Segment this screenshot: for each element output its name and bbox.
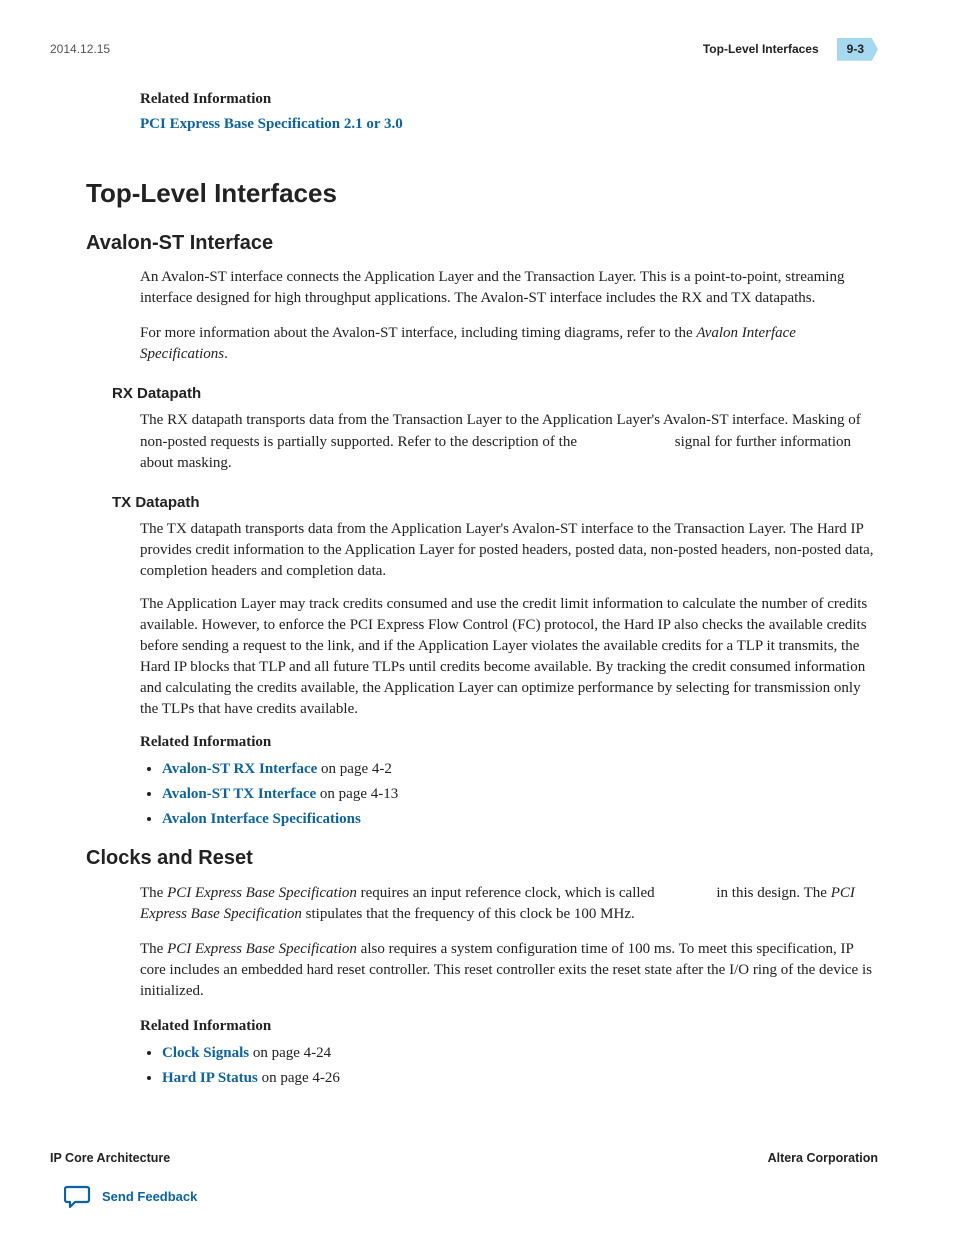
- tx-related-list: Avalon‑ST RX Interface on page 4-2 Avalo…: [162, 759, 878, 830]
- footer-left: IP Core Architecture: [50, 1150, 170, 1168]
- page-header: 2014.12.15 Top-Level Interfaces 9-3: [50, 38, 878, 61]
- refclk-signal: refclk: [658, 883, 712, 901]
- tx-paragraph-2: The Application Layer may track credits …: [140, 594, 878, 720]
- footer-right: Altera Corporation: [768, 1150, 878, 1168]
- avalon-paragraph-1: An Avalon‑ST interface connects the Appl…: [140, 267, 878, 309]
- tx-datapath-heading: TX Datapath: [112, 492, 878, 513]
- page-footer: IP Core Architecture Altera Corporation: [50, 1150, 878, 1168]
- main-heading: Top-Level Interfaces: [86, 175, 878, 211]
- pci-spec-link[interactable]: PCI Express Base Specification 2.1 or 3.…: [140, 116, 403, 132]
- related-heading: Related Information: [140, 89, 878, 110]
- clocks-related-block: Related Information: [140, 1016, 878, 1037]
- avalon-st-heading: Avalon-ST Interface: [86, 229, 878, 257]
- list-item: Avalon-ST TX Interface on page 4-13: [162, 784, 878, 805]
- send-feedback-link[interactable]: Send Feedback: [64, 1185, 197, 1209]
- list-item: Avalon‑ST RX Interface on page 4-2: [162, 759, 878, 780]
- breadcrumb: Top-Level Interfaces: [703, 41, 819, 58]
- rx-mask-signal: rx_st_mask: [581, 432, 671, 450]
- avalon-paragraph-2: For more information about the Avalon‑ST…: [140, 323, 878, 365]
- page-number-badge: 9-3: [837, 38, 878, 61]
- list-item: Hard IP Status on page 4-26: [162, 1068, 878, 1089]
- clocks-reset-heading: Clocks and Reset: [86, 844, 878, 872]
- clocks-paragraph-1: The PCI Express Base Specification requi…: [140, 882, 878, 925]
- list-item: Clock Signals on page 4-24: [162, 1043, 878, 1064]
- list-item: Avalon Interface Specifications: [162, 809, 878, 830]
- hard-ip-status-link[interactable]: Hard IP Status: [162, 1070, 258, 1086]
- tx-related-block: Related Information: [140, 732, 878, 753]
- feedback-label: Send Feedback: [102, 1188, 197, 1206]
- avalon-st-rx-link[interactable]: Avalon‑ST RX Interface: [162, 761, 317, 777]
- clocks-related-list: Clock Signals on page 4-24 Hard IP Statu…: [162, 1043, 878, 1089]
- header-right: Top-Level Interfaces 9-3: [703, 38, 878, 61]
- feedback-icon: [64, 1185, 92, 1209]
- related-info-top: Related Information PCI Express Base Spe…: [140, 89, 878, 135]
- clocks-paragraph-2: The PCI Express Base Specification also …: [140, 939, 878, 1002]
- document-date: 2014.12.15: [50, 41, 110, 58]
- clocks-related-heading: Related Information: [140, 1016, 878, 1037]
- rx-datapath-heading: RX Datapath: [112, 383, 878, 404]
- rx-paragraph: The RX datapath transports data from the…: [140, 410, 878, 474]
- tx-related-heading: Related Information: [140, 732, 878, 753]
- avalon-spec-link[interactable]: Avalon Interface Specifications: [162, 811, 361, 827]
- avalon-st-tx-link[interactable]: Avalon-ST TX Interface: [162, 786, 316, 802]
- tx-paragraph-1: The TX datapath transports data from the…: [140, 519, 878, 582]
- clock-signals-link[interactable]: Clock Signals: [162, 1045, 249, 1061]
